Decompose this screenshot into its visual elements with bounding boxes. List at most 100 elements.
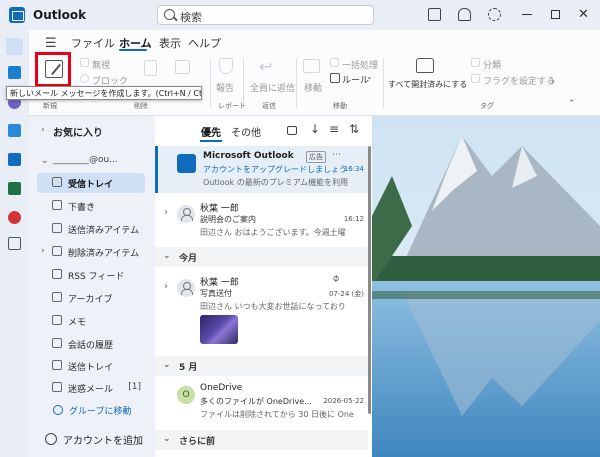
tab-help[interactable]: ヘルプ (188, 35, 221, 51)
sweep-button[interactable]: 一括処理 (342, 58, 378, 71)
shore (372, 291, 600, 299)
gear-icon[interactable] (488, 8, 501, 21)
account-chevron-icon[interactable]: ⌄ (41, 156, 49, 166)
reading-pane-background (372, 116, 600, 457)
folder-inbox[interactable]: 受信トレイ (37, 173, 145, 193)
section-header[interactable]: ⌄ 5 月 (155, 356, 368, 376)
section-label: 5 月 (179, 363, 198, 373)
folder-label: メモ (68, 318, 87, 328)
folder-archive[interactable]: アーカイブ (37, 288, 145, 308)
list-item[interactable]: O OneDrive 多くのファイルが OneDrive... 2026-05-… (155, 378, 368, 424)
bell-icon[interactable] (458, 8, 471, 21)
list-item[interactable]: › 秋葉 一郎 説明会のご案内 16:12 田辺さん おはようございます。今週土… (155, 196, 368, 241)
minimize-icon[interactable] (522, 14, 532, 15)
list-item[interactable]: › 秋葉 一郎 ⌀ 写真送付 07-24 (金) 田辺さん いつも大変お世話にな… (155, 270, 368, 350)
mark-all-read-button[interactable]: すべて開封済みにする (388, 79, 467, 90)
section-header[interactable]: ⌄ さらに前 (155, 430, 368, 450)
expand-chevron-icon[interactable]: › (164, 281, 168, 292)
rules-button[interactable]: ルール (342, 73, 369, 86)
avatar (177, 279, 195, 297)
add-account-button[interactable]: アカウントを追加 (63, 432, 143, 447)
go-to-groups-link[interactable]: グループに移動 (69, 404, 131, 417)
report-button[interactable]: 報告 (216, 81, 234, 94)
search-input[interactable]: 検索 (157, 5, 374, 25)
active-tab-indicator (119, 49, 147, 51)
ignore-button[interactable]: 無視 (92, 58, 110, 71)
reply-all-button[interactable]: 全員に返信 (250, 81, 295, 94)
ribbon-scroll-right-icon[interactable]: › (551, 76, 555, 87)
todo-icon[interactable] (428, 8, 441, 21)
junk-icon (52, 382, 62, 392)
photo-thumbnail[interactable] (200, 315, 238, 344)
tab-focused[interactable]: 優先 (201, 124, 221, 139)
calendar-app-icon[interactable] (8, 66, 21, 79)
sort-icon[interactable]: ⇅ (349, 122, 359, 136)
folder-icon (52, 338, 62, 348)
tab-file[interactable]: ファイル (71, 35, 115, 51)
folder-label: 送信トレイ (68, 363, 114, 373)
scrollbar[interactable] (368, 146, 371, 414)
tab-other[interactable]: その他 (231, 124, 261, 139)
preview: ファイルは削除されてから 30 日後に One (200, 410, 354, 419)
new-mail-button[interactable] (35, 52, 71, 87)
archive-icon[interactable] (175, 60, 190, 74)
select-icon[interactable] (287, 126, 297, 135)
rules-dropdown-icon[interactable]: ⌄ (366, 72, 373, 81)
folder-notes[interactable]: メモ (37, 311, 145, 331)
expand-chevron-icon[interactable]: › (164, 207, 168, 218)
landscape-image (372, 116, 600, 457)
search-placeholder: 検索 (180, 11, 202, 24)
group-label-respond: 返信 (262, 102, 276, 110)
folder-drafts[interactable]: 下書き (37, 196, 145, 216)
folder-conversation-history[interactable]: 会話の履歴 (37, 334, 145, 354)
maximize-icon[interactable] (551, 10, 560, 19)
close-icon[interactable]: ✕ (578, 7, 589, 22)
preview: 田辺さん いつも大変お世話になっており (200, 302, 346, 311)
folder-label: 送信済みアイテム (68, 226, 140, 236)
jump-icon[interactable]: ↓ (310, 122, 320, 136)
time: 2026-05-22 (323, 397, 364, 405)
sweep-icon (330, 58, 339, 67)
group-label-delete: 削除 (134, 102, 148, 110)
more-apps-icon[interactable] (8, 237, 21, 250)
section-header[interactable]: ⌄ 今月 (155, 247, 368, 267)
collapse-chevron-icon: ⌄ (163, 251, 171, 261)
collapse-ribbon-icon[interactable]: ⌃ (568, 99, 576, 109)
tab-view[interactable]: 表示 (159, 35, 181, 51)
folder-icon (52, 360, 62, 370)
folder-label: 迷惑メール (68, 385, 114, 395)
move-button[interactable]: 移動 (304, 81, 322, 94)
hamburger-menu-icon[interactable]: ☰ (45, 36, 57, 51)
list-item[interactable]: Microsoft Outlook 広告 ⋯ アカウントをアップグレードしましょ… (155, 146, 368, 193)
group-label-new: 新規 (43, 102, 57, 110)
rules-icon (330, 73, 340, 83)
outlook-logo-icon (9, 7, 25, 23)
compose-icon (45, 60, 63, 78)
flag-button[interactable]: フラグを設定する (483, 74, 555, 87)
folder-icon (52, 269, 62, 279)
todo-app-icon[interactable] (8, 124, 21, 137)
more-options-icon[interactable]: ⋯ (332, 150, 341, 160)
report-shield-icon (219, 58, 233, 74)
focused-tab-indicator (200, 140, 222, 142)
folder-junk[interactable]: 迷惑メール [1] (37, 378, 145, 398)
outlook-app-icon[interactable] (8, 153, 21, 166)
account-name[interactable]: ________@ou... (53, 155, 118, 165)
filter-icon[interactable]: ≡ (329, 122, 339, 136)
folder-rss[interactable]: RSS フィード (37, 265, 145, 285)
favorites-chevron-icon[interactable]: › (41, 125, 45, 135)
folder-deleted[interactable]: 削除済みアイテム (37, 242, 145, 262)
app-title: Outlook (33, 8, 87, 22)
preview: 田辺さん おはようございます。今週土曜 (200, 228, 346, 237)
office-app-icon[interactable] (8, 211, 21, 224)
inbox-icon (52, 177, 62, 187)
excel-app-icon[interactable] (8, 182, 21, 195)
folder-sent[interactable]: 送信済みアイテム (37, 219, 145, 239)
favorites-header[interactable]: お気に入り (53, 124, 103, 139)
mail-app-icon[interactable] (6, 38, 23, 55)
delete-icon[interactable] (144, 60, 157, 76)
folder-outbox[interactable]: 送信トレイ (37, 356, 145, 376)
pencil-icon (52, 200, 62, 210)
group-label-tags: タグ (480, 102, 494, 110)
categorize-button[interactable]: 分類 (483, 58, 501, 71)
